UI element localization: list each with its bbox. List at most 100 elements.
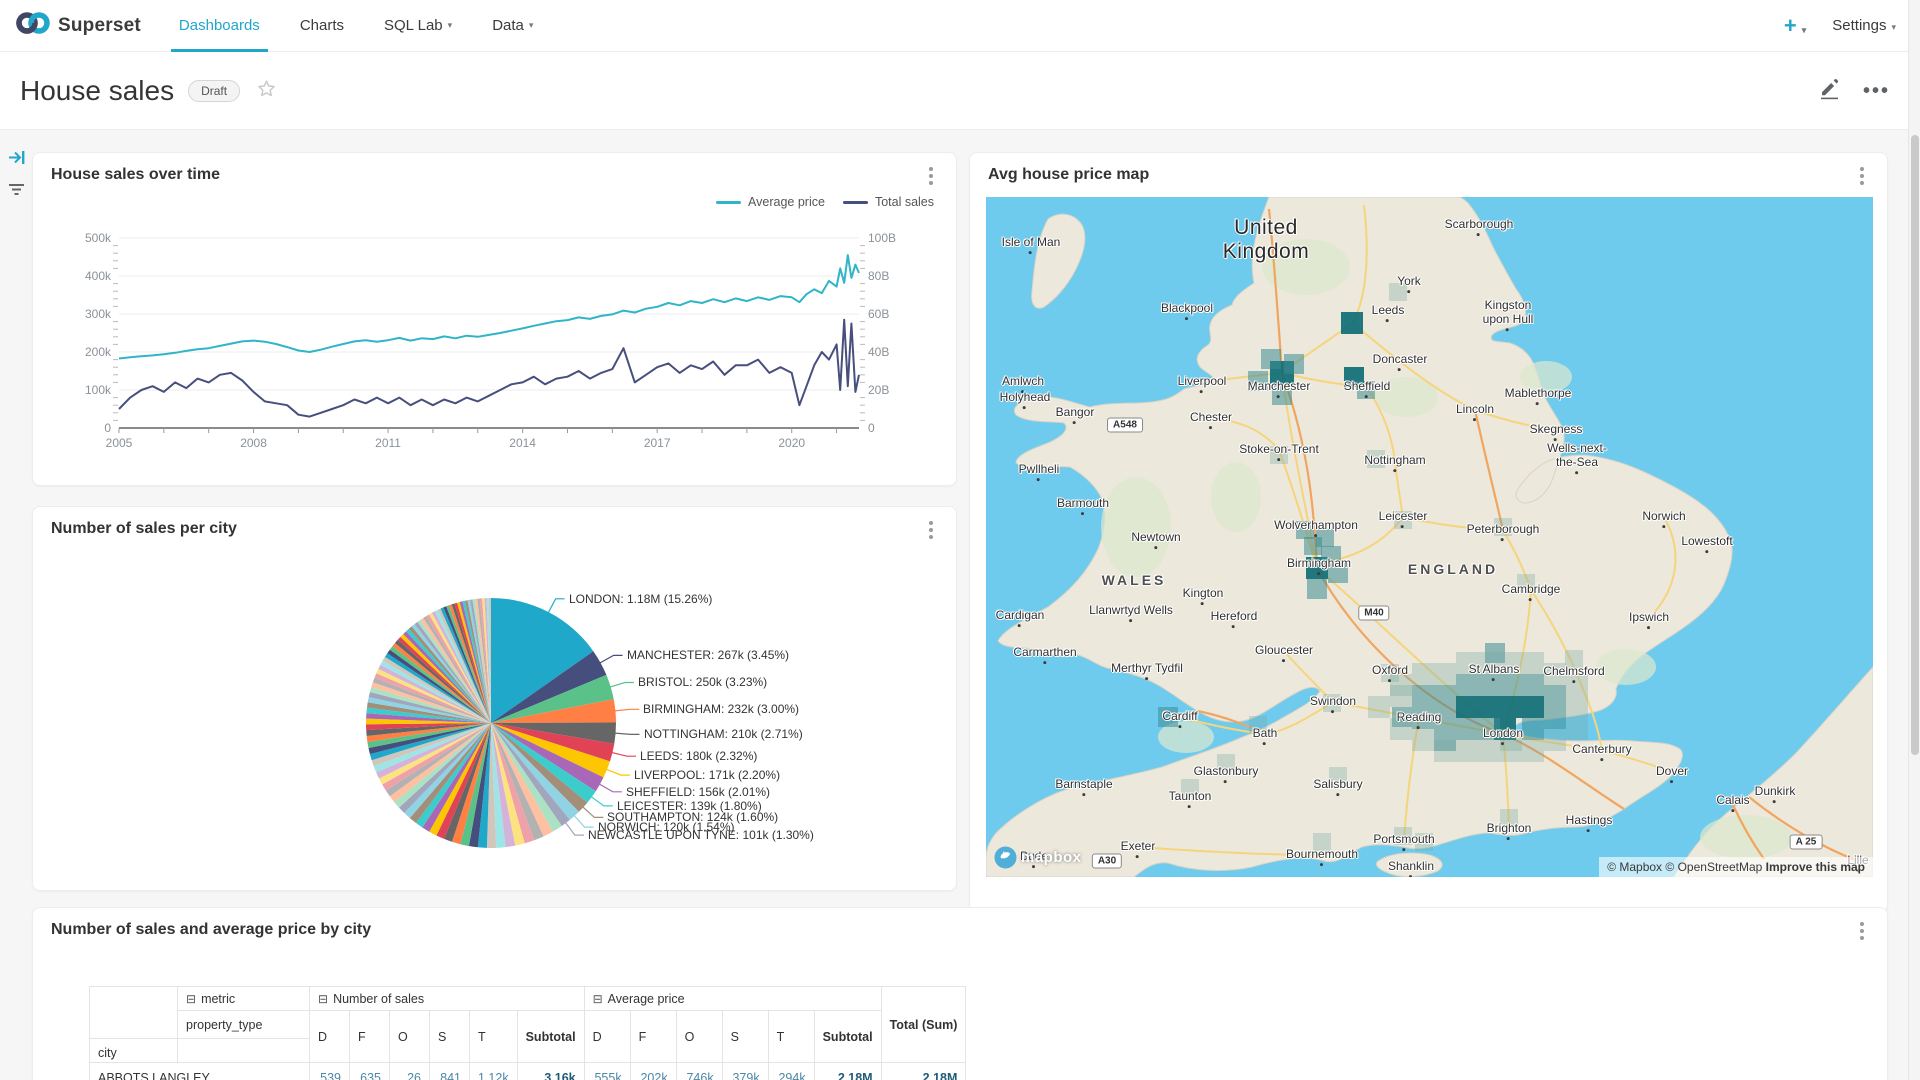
heatmap-cell [1478, 674, 1500, 696]
nav-tab-sql-lab[interactable]: SQL Lab▾ [364, 0, 472, 52]
heatmap-cell [1390, 685, 1412, 707]
heatmap-cell [1284, 354, 1304, 374]
col-header-f[interactable]: F [350, 1011, 390, 1063]
map-label: Kingston upon Hull [1483, 299, 1534, 327]
pivot-city-header[interactable]: city [90, 1039, 178, 1063]
edit-pencil-icon[interactable] [1817, 77, 1841, 106]
map-label: St Albans [1469, 663, 1520, 677]
collapse-icon[interactable]: ⊟ [593, 992, 603, 1006]
map-label: Skegness [1530, 423, 1583, 437]
col-header-s[interactable]: S [430, 1011, 470, 1063]
pivot-group-number-of-sales[interactable]: ⊟Number of sales [310, 987, 585, 1011]
collapse-icon[interactable]: ⊟ [318, 992, 328, 1006]
col-header-o[interactable]: O [676, 1011, 722, 1063]
map-label: Holyhead [1000, 391, 1051, 405]
col-header-d[interactable]: D [310, 1011, 350, 1063]
panel-menu-kebab-icon[interactable] [1853, 920, 1871, 942]
filter-funnel-icon[interactable] [7, 180, 26, 204]
svg-text:100k: 100k [85, 383, 112, 397]
map-label: Wells-next- the-Sea [1547, 442, 1607, 470]
settings-menu[interactable]: Settings▾ [1832, 17, 1896, 34]
map-label: Leicester [1379, 510, 1428, 524]
heatmap-cell [1307, 579, 1327, 599]
road-badge: A 25 [1790, 835, 1823, 850]
chevron-down-icon: ▾ [1891, 22, 1896, 32]
col-header-d[interactable]: D [584, 1011, 630, 1063]
pivot-group-average-price[interactable]: ⊟Average price [584, 987, 881, 1011]
map-label: Bath [1253, 727, 1278, 741]
expand-filter-bar-icon[interactable] [7, 148, 26, 172]
chevron-down-icon: ▾ [529, 20, 534, 31]
cell-sales-subtotal: 3.16k [517, 1063, 584, 1080]
svg-text:80B: 80B [868, 269, 889, 283]
superset-dashboard-page: Superset Dashboards Charts SQL Lab▾ Data… [0, 0, 1920, 1080]
svg-text:0: 0 [104, 421, 111, 435]
pie-slice-label: BRISTOL: 250k (3.23%) [638, 675, 767, 689]
panel-sales-and-price-by-city: Number of sales and average price by cit… [32, 907, 1888, 1080]
col-header-f[interactable]: F [630, 1011, 676, 1063]
map-label: Lowestoft [1681, 535, 1732, 549]
nav-tab-dashboards[interactable]: Dashboards [159, 0, 280, 52]
pie-slice-label: SHEFFIELD: 156k (2.01%) [626, 785, 770, 799]
map-label: Amlwch [1002, 375, 1044, 389]
nav-tab-data[interactable]: Data▾ [472, 0, 553, 52]
favorite-star-icon[interactable] [256, 78, 277, 104]
col-header-o[interactable]: O [390, 1011, 430, 1063]
pivot-metric-header[interactable]: ⊟metric [178, 987, 310, 1011]
page-scrollbar[interactable] [1908, 0, 1920, 1080]
map-label: Blackpool [1161, 302, 1213, 316]
cell-sales-o: 26 [390, 1063, 430, 1080]
mapbox-attribution-link[interactable]: © Mapbox [1607, 860, 1662, 874]
map-label: Doncaster [1373, 353, 1428, 367]
col-header-t[interactable]: T [768, 1011, 814, 1063]
mapbox-logo[interactable]: mapbox [994, 846, 1082, 869]
map-label: Kington [1183, 587, 1224, 601]
col-header-t[interactable]: T [470, 1011, 518, 1063]
heatmap-cell [1500, 696, 1522, 718]
mapbox-map[interactable]: Isle of ManUnited KingdomScarboroughBlac… [986, 197, 1873, 877]
col-header-s[interactable]: S [722, 1011, 768, 1063]
map-label: Taunton [1169, 790, 1212, 804]
svg-text:2014: 2014 [509, 436, 536, 450]
panel-menu-kebab-icon[interactable] [1853, 165, 1871, 187]
map-label: WALES [1102, 572, 1167, 588]
heatmap-cell [1522, 674, 1544, 696]
pivot-corner-cell [90, 987, 178, 1039]
map-label: Dunkirk [1755, 785, 1796, 799]
scrollbar-thumb[interactable] [1911, 135, 1919, 755]
status-badge: Draft [188, 80, 240, 102]
improve-map-link[interactable]: Improve this map [1766, 860, 1865, 874]
road-badge: A548 [1107, 418, 1143, 433]
new-item-button[interactable]: +▾ [1784, 15, 1806, 37]
cell-sales-s: 841 [430, 1063, 470, 1080]
map-label: Gloucester [1255, 644, 1313, 658]
map-label: Llanwrtyd Wells [1089, 604, 1173, 618]
heatmap-cell [1412, 685, 1434, 707]
cell-sales-d: 539 [310, 1063, 350, 1080]
collapse-icon[interactable]: ⊟ [186, 992, 196, 1006]
map-label: Norwich [1642, 510, 1685, 524]
superset-brand[interactable]: Superset [0, 10, 159, 41]
pie-slice-label: NOTTINGHAM: 210k (2.71%) [644, 727, 803, 741]
map-label: Peterborough [1467, 523, 1540, 537]
pivot-total-header: Total (Sum) [881, 987, 966, 1063]
cell-price-subtotal: 2.18M [814, 1063, 881, 1080]
map-label: Merthyr Tydfil [1111, 662, 1183, 676]
pivot-property-type-header[interactable]: property_type [178, 1011, 310, 1039]
mapbox-wordmark: mapbox [1021, 849, 1082, 866]
map-label: Liverpool [1178, 375, 1227, 389]
svg-text:0: 0 [868, 421, 875, 435]
heatmap-cell [1478, 696, 1500, 718]
osm-attribution-link[interactable]: © OpenStreetMap [1665, 860, 1762, 874]
svg-text:300k: 300k [85, 307, 112, 321]
cell-price-f: 202k [630, 1063, 676, 1080]
heatmap-cell [1261, 349, 1281, 369]
map-label: Leeds [1372, 304, 1405, 318]
pie-slice-label: LEEDS: 180k (2.32%) [640, 749, 757, 763]
map-label: Cardiff [1162, 710, 1197, 724]
nav-tab-charts[interactable]: Charts [280, 0, 364, 52]
map-label: Scarborough [1445, 218, 1514, 232]
heatmap-cell [1341, 312, 1363, 334]
svg-text:20B: 20B [868, 383, 889, 397]
more-actions-icon[interactable]: ••• [1863, 80, 1890, 103]
